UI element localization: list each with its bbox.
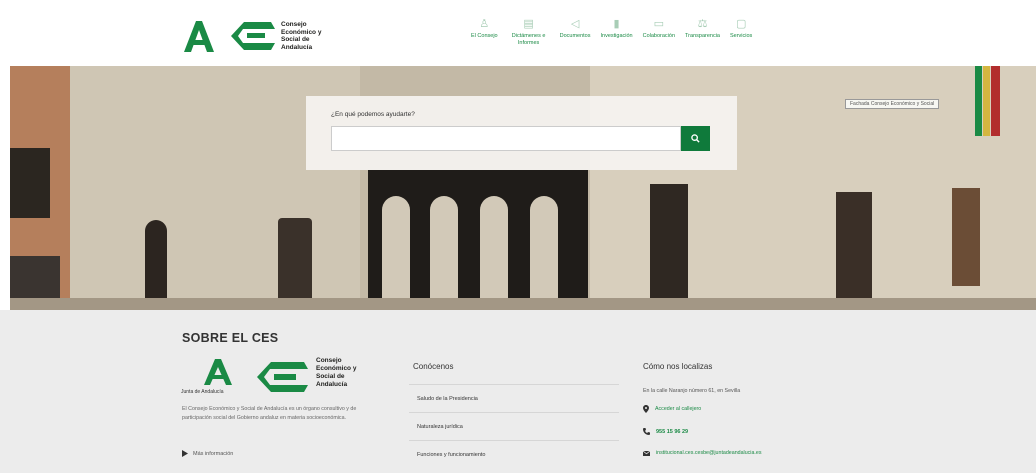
gallery-arch-1 (382, 196, 410, 310)
image-tooltip: Fachada Consejo Económico y Social (845, 99, 940, 109)
megaphone-icon: ◁ (570, 18, 580, 30)
logo-wordmark: Consejo Económico y Social de Andalucía (281, 21, 322, 51)
contact-title: Cómo nos localizas (643, 362, 713, 371)
scale-icon: ⚖ (697, 18, 708, 30)
location-pin-icon (643, 405, 649, 413)
gallery-arch-3 (480, 196, 508, 310)
list-item[interactable]: Saludo de la Presidencia (409, 384, 619, 412)
flag-yellow (983, 66, 990, 136)
search-button[interactable] (681, 126, 710, 151)
about-title: SOBRE EL CES (182, 331, 279, 345)
contact-phone[interactable]: 955 15 96 29 (643, 428, 688, 435)
more-info-link[interactable]: Más información (182, 450, 233, 457)
envelope-icon (643, 450, 650, 456)
footer-logo-wordmark: Consejo Económico y Social de Andalucía (316, 357, 357, 388)
contact-address: En la calle Naranjo número 61, en Sevill… (643, 388, 741, 394)
nav-item-dictamenes[interactable]: ▤ Dictámenes e Informes (508, 18, 550, 47)
list-item[interactable]: Naturaleza jurídica (409, 412, 619, 440)
flag-green (975, 66, 982, 136)
conocenos-title: Conócenos (413, 362, 454, 371)
contact-email[interactable]: institucional.ces.cesbe@juntadeandalucia… (643, 450, 762, 456)
facade-window-3 (650, 184, 688, 310)
contact-map[interactable]: Acceder al callejero (643, 405, 701, 413)
facade-window-1 (145, 220, 167, 310)
nav-item-el-consejo[interactable]: ♙ El Consejo (471, 18, 498, 47)
about-description: El Consejo Económico y Social de Andaluc… (182, 406, 357, 421)
site-footer: SOBRE EL CES Junta de Andalucía Consejo … (0, 310, 1036, 473)
facade-window-5 (952, 188, 980, 286)
gallery-arch-4 (530, 196, 558, 310)
junta-a-logo-icon (204, 359, 232, 385)
list-item[interactable]: Funciones y funcionamiento (409, 440, 619, 468)
ces-logo[interactable]: Consejo Económico y Social de Andalucía (181, 16, 341, 56)
conocenos-list: Saludo de la Presidencia Naturaleza jurí… (409, 384, 619, 468)
gallery-arch-2 (430, 196, 458, 310)
junta-a-logo-icon (184, 21, 214, 52)
search-label: ¿En qué podemos ayudarte? (331, 111, 415, 118)
ces-mark-icon (257, 362, 308, 392)
nav-item-investigacion[interactable]: ▮ Investigación (601, 18, 633, 47)
chart-icon: ▮ (613, 18, 620, 30)
facade-window-2 (278, 218, 312, 310)
street-base (10, 298, 1036, 310)
search-icon (691, 134, 700, 143)
main-nav: ♙ El Consejo ▤ Dictámenes e Informes ◁ D… (466, 18, 757, 47)
nav-item-servicios[interactable]: ▢ Servicios (730, 18, 752, 47)
play-arrow-icon (182, 450, 188, 457)
junta-label: Junta de Andalucía (181, 389, 224, 395)
phone-icon (643, 428, 650, 435)
flag-red (991, 66, 1000, 136)
document-stack-icon: ▤ (523, 18, 534, 30)
nav-item-documentos[interactable]: ◁ Documentos (560, 18, 591, 47)
site-header: Consejo Económico y Social de Andalucía … (0, 0, 1036, 66)
handshake-icon: ▭ (653, 18, 665, 30)
monitor-icon: ▢ (735, 18, 747, 30)
facade-window-4 (836, 192, 872, 310)
ces-mark-icon (231, 22, 275, 50)
person-icon: ♙ (479, 18, 490, 30)
nav-item-transparencia[interactable]: ⚖ Transparencia (685, 18, 720, 47)
search-input[interactable] (331, 126, 681, 151)
search-panel: ¿En qué podemos ayudarte? (306, 96, 737, 170)
left-balcony (10, 148, 50, 218)
nav-item-colaboracion[interactable]: ▭ Colaboración (643, 18, 675, 47)
